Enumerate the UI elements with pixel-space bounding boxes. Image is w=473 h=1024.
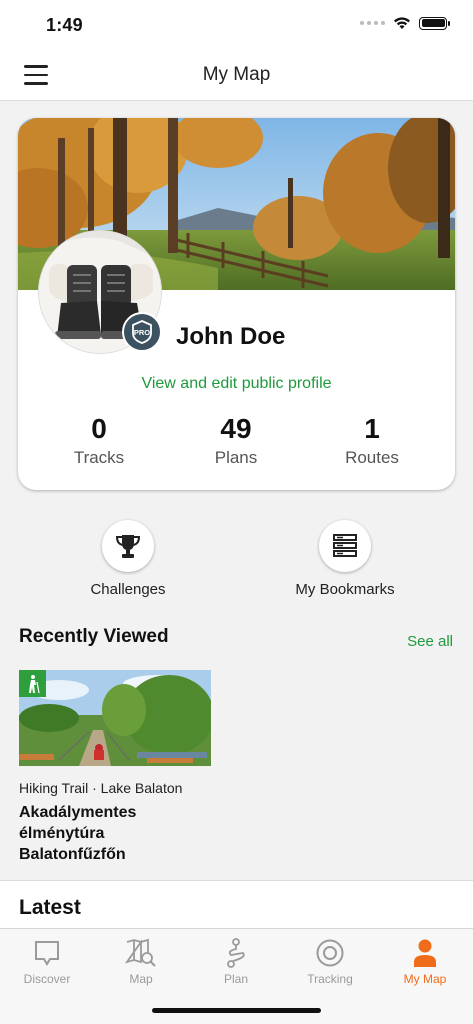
map-icon: [125, 938, 156, 967]
challenges-label: Challenges: [90, 581, 166, 598]
see-all-link[interactable]: See all: [407, 633, 453, 650]
tab-discover[interactable]: Discover: [0, 937, 94, 986]
stat-plans[interactable]: 49 Plans: [176, 412, 296, 468]
tab-label: Discover: [23, 972, 71, 986]
home-indicator: [152, 1008, 321, 1013]
signal-icon: [360, 21, 385, 25]
trophy-icon: [115, 535, 141, 558]
stat-label: Routes: [345, 448, 399, 467]
tab-label: My Map: [403, 972, 447, 986]
tab-map[interactable]: Map: [94, 937, 188, 986]
recently-viewed-title: Recently Viewed: [19, 626, 169, 647]
tracking-icon: [316, 939, 344, 967]
stat-value: 49: [220, 413, 252, 444]
tab-label: Plan: [223, 972, 249, 986]
pro-badge-text: PRO: [134, 328, 150, 337]
status-time: 1:49: [46, 15, 83, 35]
bookmarks-icon: [333, 534, 357, 557]
tab-plan[interactable]: Plan: [189, 937, 283, 986]
user-name: John Doe: [176, 323, 286, 350]
discover-icon: [35, 941, 59, 966]
status-icons: [360, 16, 450, 30]
profile-card: PRO John Doe View and edit public profil…: [18, 118, 455, 490]
page-title: My Map: [202, 64, 271, 85]
nav-bar: My Map: [0, 50, 473, 101]
stat-label: Plans: [214, 448, 258, 467]
plan-icon: [227, 938, 245, 968]
stat-label: Tracks: [73, 448, 125, 467]
tour-image: [19, 670, 211, 766]
tour-meta: Hiking Trail · Lake Balaton: [19, 780, 183, 796]
tour-title: Akadálymentes élménytúra Balatonfűzfőn: [19, 804, 137, 863]
stat-routes[interactable]: 1 Routes: [312, 412, 432, 468]
latest-title: Latest: [19, 896, 81, 919]
my-bookmarks-button[interactable]: My Bookmarks: [265, 520, 425, 598]
my-map-icon: [414, 939, 436, 967]
stat-value: 0: [91, 413, 107, 444]
my-bookmarks-label: My Bookmarks: [295, 581, 395, 598]
recent-tour-card[interactable]: Hiking Trail · Lake Balaton Akadálymente…: [19, 670, 211, 865]
stat-value: 1: [364, 413, 380, 444]
tab-label: Tracking: [307, 972, 353, 986]
tab-label: Map: [129, 972, 153, 986]
tab-tracking[interactable]: Tracking: [283, 937, 377, 986]
pro-badge-icon: PRO: [122, 312, 162, 352]
battery-icon: [419, 16, 450, 30]
tab-my-map[interactable]: My Map: [378, 937, 472, 986]
hiking-icon: [19, 670, 46, 697]
status-bar: 1:49: [0, 0, 473, 50]
edit-profile-link[interactable]: View and edit public profile: [18, 375, 455, 393]
wifi-icon: [394, 17, 410, 29]
stat-tracks[interactable]: 0 Tracks: [39, 412, 159, 468]
challenges-button[interactable]: Challenges: [48, 520, 208, 598]
